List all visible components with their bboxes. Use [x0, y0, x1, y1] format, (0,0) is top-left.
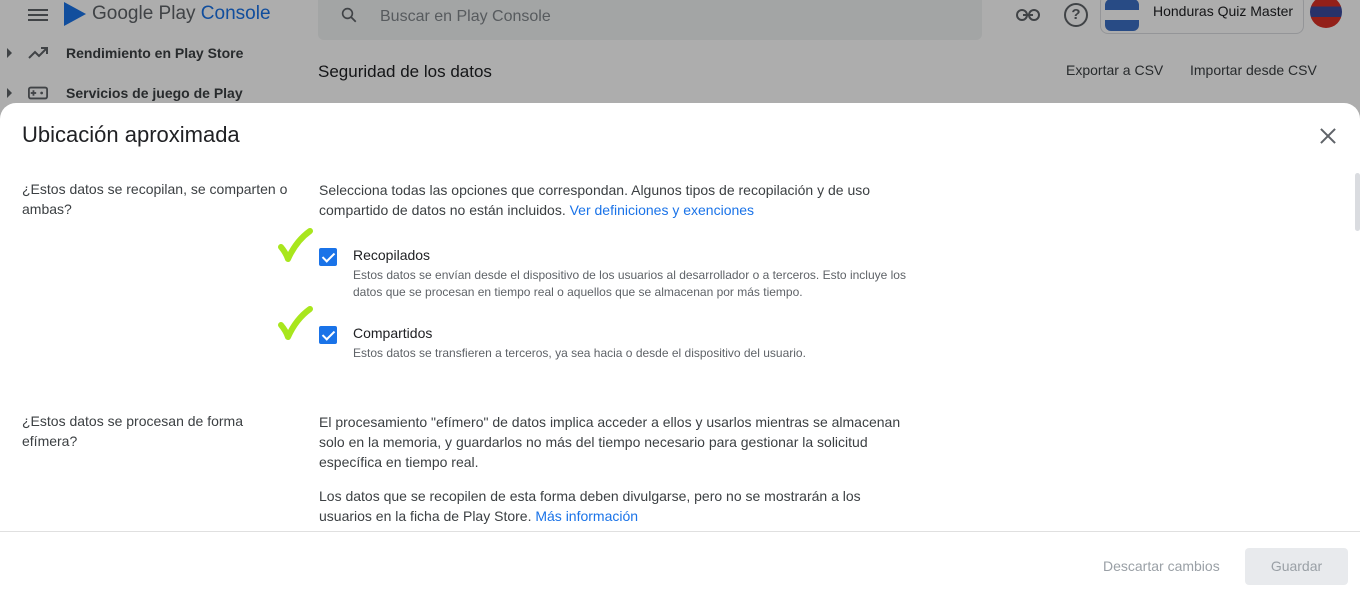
- definitions-link[interactable]: Ver definiciones y exenciones: [570, 202, 754, 218]
- question-intro: Selecciona todas las opciones que corres…: [319, 180, 919, 220]
- save-button[interactable]: Guardar: [1245, 548, 1348, 585]
- discard-changes-button[interactable]: Descartar cambios: [1103, 558, 1220, 574]
- checkbox-shared-description: Estos datos se transfieren a terceros, y…: [353, 346, 806, 360]
- annotation-check-icon: [278, 306, 313, 340]
- ephemeral-explanation: El procesamiento "efímero" de datos impl…: [319, 414, 901, 470]
- question-ephemeral: ¿Estos datos se procesan de forma efímer…: [22, 413, 243, 449]
- checkbox-shared[interactable]: [319, 326, 337, 344]
- dialog-scrollbar[interactable]: [1355, 173, 1360, 231]
- checkbox-collected[interactable]: [319, 248, 337, 266]
- checkbox-collected-label: Recopilados: [353, 247, 431, 263]
- approximate-location-dialog: Ubicación aproximada ¿Estos datos se rec…: [0, 103, 1360, 592]
- dialog-footer: Descartar cambios Guardar: [0, 531, 1360, 592]
- close-icon[interactable]: [1314, 122, 1342, 150]
- ephemeral-disclosure: Los datos que se recopilen de esta forma…: [319, 486, 899, 526]
- checkbox-collected-description: Estos datos se envían desde el dispositi…: [353, 268, 906, 299]
- learn-more-link[interactable]: Más información: [535, 508, 638, 524]
- dialog-title: Ubicación aproximada: [22, 122, 240, 147]
- checkbox-shared-label: Compartidos: [353, 325, 433, 341]
- annotation-check-icon: [278, 228, 313, 262]
- question-collected-shared: ¿Estos datos se recopilan, se comparten …: [22, 181, 288, 217]
